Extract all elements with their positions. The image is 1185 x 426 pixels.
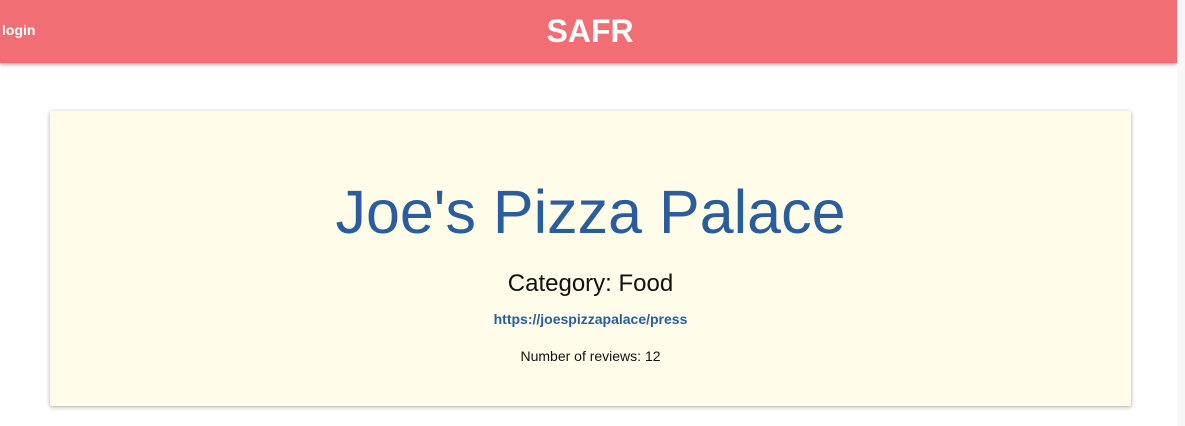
business-name: Joe's Pizza Palace [335,178,846,246]
reviews-label: Number of reviews: [520,348,645,364]
press-link[interactable]: https://joespizzapalace/press [50,310,1131,328]
category-label: Category: [507,270,619,297]
business-card: Joe's Pizza Palace Category: Food https:… [50,111,1131,406]
scrollbar-track [1177,0,1185,426]
app-title: SAFR [546,13,634,49]
category-value: Food [618,270,674,297]
business-category: Category: Food [50,270,1131,298]
reviews-value: 12 [644,348,661,364]
review-count: Number of reviews: 12 [50,347,1131,365]
app-bar: login SAFR [0,0,1177,63]
